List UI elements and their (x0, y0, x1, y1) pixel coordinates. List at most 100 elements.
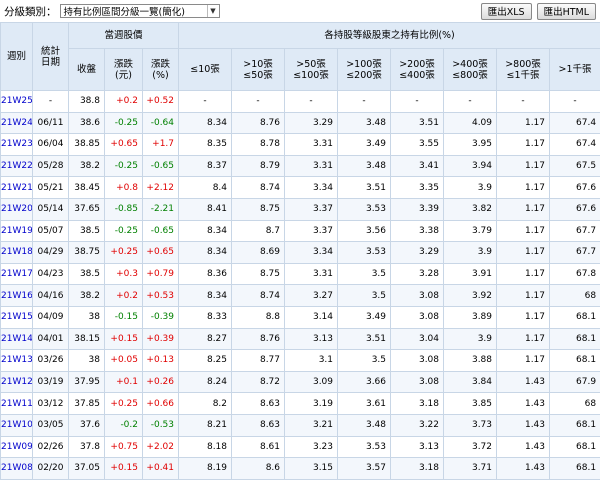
table-row: 21W1103/1237.85+0.25+0.668.28.633.193.61… (1, 393, 600, 415)
level-4-cell: 3.51 (338, 177, 391, 199)
week-link[interactable]: 21W15 (1, 306, 33, 328)
week-link[interactable]: 21W16 (1, 285, 33, 307)
date-cell: 05/14 (33, 198, 69, 220)
level-7-cell: 1.17 (497, 112, 550, 134)
header-change-text: 漲跌 (元) (114, 59, 133, 81)
level-6-cell: 3.84 (444, 371, 497, 393)
week-link[interactable]: 21W12 (1, 371, 33, 393)
header-change: 漲跌 (元) (105, 49, 143, 91)
header-level-5-text: >200張 ≤400張 (399, 59, 435, 81)
change-pct-cell: +0.39 (143, 328, 179, 350)
week-link[interactable]: 21W21 (1, 177, 33, 199)
header-price-group: 當週股價 (69, 23, 179, 49)
level-4-cell: 3.53 (338, 242, 391, 264)
header-close: 收盤 (69, 49, 105, 91)
change-cell: +0.25 (105, 242, 143, 264)
level-3-cell: 3.37 (285, 198, 338, 220)
level-4-cell: 3.66 (338, 371, 391, 393)
change-cell: -0.85 (105, 198, 143, 220)
table-row: 21W2005/1437.65-0.85-2.218.418.753.373.5… (1, 198, 600, 220)
header-change-pct: 漲跌 (%) (143, 49, 179, 91)
export-xls-button[interactable]: 匯出XLS (481, 3, 532, 20)
table-row: 21W1203/1937.95+0.1+0.268.248.723.093.66… (1, 371, 600, 393)
level-1-cell: 8.34 (179, 242, 232, 264)
change-pct-cell: +2.02 (143, 436, 179, 458)
week-link[interactable]: 21W24 (1, 112, 33, 134)
header-level-1: ≤10張 (179, 49, 232, 91)
date-cell: 05/28 (33, 155, 69, 177)
level-7-cell: - (497, 91, 550, 113)
header-level-3: >50張 ≤100張 (285, 49, 338, 91)
header-level-6-text: >400張 ≤800張 (452, 59, 488, 81)
level-5-cell: 3.38 (391, 220, 444, 242)
level-1-cell: 8.27 (179, 328, 232, 350)
header-level-8-text: >1千張 (559, 64, 592, 75)
export-html-button[interactable]: 匯出HTML (537, 3, 596, 20)
week-link[interactable]: 21W25 (1, 91, 33, 113)
level-7-cell: 1.17 (497, 328, 550, 350)
level-1-cell: 8.36 (179, 263, 232, 285)
level-4-cell: 3.48 (338, 155, 391, 177)
week-link[interactable]: 21W23 (1, 134, 33, 156)
week-link[interactable]: 21W10 (1, 414, 33, 436)
header-level-1-text: ≤10張 (190, 64, 220, 75)
week-link[interactable]: 21W09 (1, 436, 33, 458)
table-row: 21W0902/2637.8+0.75+2.028.188.613.233.53… (1, 436, 600, 458)
week-link[interactable]: 21W20 (1, 198, 33, 220)
level-5-cell: 3.18 (391, 458, 444, 480)
week-link[interactable]: 21W22 (1, 155, 33, 177)
level-2-cell: 8.74 (232, 285, 285, 307)
change-pct-cell: +0.52 (143, 91, 179, 113)
level-6-cell: 3.95 (444, 134, 497, 156)
change-pct-cell: -0.65 (143, 155, 179, 177)
close-cell: 37.8 (69, 436, 105, 458)
change-pct-cell: -0.53 (143, 414, 179, 436)
level-8-cell: 67.6 (550, 177, 600, 199)
change-pct-cell: +0.79 (143, 263, 179, 285)
header-level-6: >400張 ≤800張 (444, 49, 497, 91)
week-link[interactable]: 21W17 (1, 263, 33, 285)
date-cell: 02/20 (33, 458, 69, 480)
header-level-7: >800張 ≤1千張 (497, 49, 550, 91)
level-6-cell: 3.72 (444, 436, 497, 458)
table-row: 21W1404/0138.15+0.15+0.398.278.763.133.5… (1, 328, 600, 350)
level-3-cell: 3.29 (285, 112, 338, 134)
level-1-cell: 8.33 (179, 306, 232, 328)
table-row: 21W2406/1138.6-0.25-0.648.348.763.293.48… (1, 112, 600, 134)
date-cell: 06/04 (33, 134, 69, 156)
level-7-cell: 1.43 (497, 371, 550, 393)
table-row: 21W1704/2338.5+0.3+0.798.368.753.313.53.… (1, 263, 600, 285)
week-link[interactable]: 21W13 (1, 350, 33, 372)
week-link[interactable]: 21W19 (1, 220, 33, 242)
level-6-cell: 3.85 (444, 393, 497, 415)
level-3-cell: 3.09 (285, 371, 338, 393)
header-level-4: >100張 ≤200張 (338, 49, 391, 91)
change-pct-cell: +0.65 (143, 242, 179, 264)
change-cell: +0.25 (105, 393, 143, 415)
date-cell: 04/01 (33, 328, 69, 350)
week-link[interactable]: 21W18 (1, 242, 33, 264)
level-2-cell: 8.77 (232, 350, 285, 372)
level-7-cell: 1.43 (497, 436, 550, 458)
week-link[interactable]: 21W08 (1, 458, 33, 480)
week-link[interactable]: 21W14 (1, 328, 33, 350)
close-cell: 37.6 (69, 414, 105, 436)
level-6-cell: 3.73 (444, 414, 497, 436)
close-cell: 38.85 (69, 134, 105, 156)
level-5-cell: 3.51 (391, 112, 444, 134)
close-cell: 37.95 (69, 371, 105, 393)
week-link[interactable]: 21W11 (1, 393, 33, 415)
header-level-8: >1千張 (550, 49, 600, 91)
chevron-down-icon[interactable]: ▼ (207, 5, 219, 17)
level-4-cell: 3.5 (338, 350, 391, 372)
level-1-cell: 8.34 (179, 112, 232, 134)
level-5-cell: 3.29 (391, 242, 444, 264)
category-select[interactable]: 持有比例區間分級一覽(簡化) ▼ (60, 4, 220, 18)
level-6-cell: 3.91 (444, 263, 497, 285)
change-cell: +0.2 (105, 285, 143, 307)
change-cell: +0.65 (105, 134, 143, 156)
level-3-cell: 3.37 (285, 220, 338, 242)
close-cell: 38.6 (69, 112, 105, 134)
level-1-cell: 8.41 (179, 198, 232, 220)
table-row: 21W2205/2838.2-0.25-0.658.378.793.313.48… (1, 155, 600, 177)
